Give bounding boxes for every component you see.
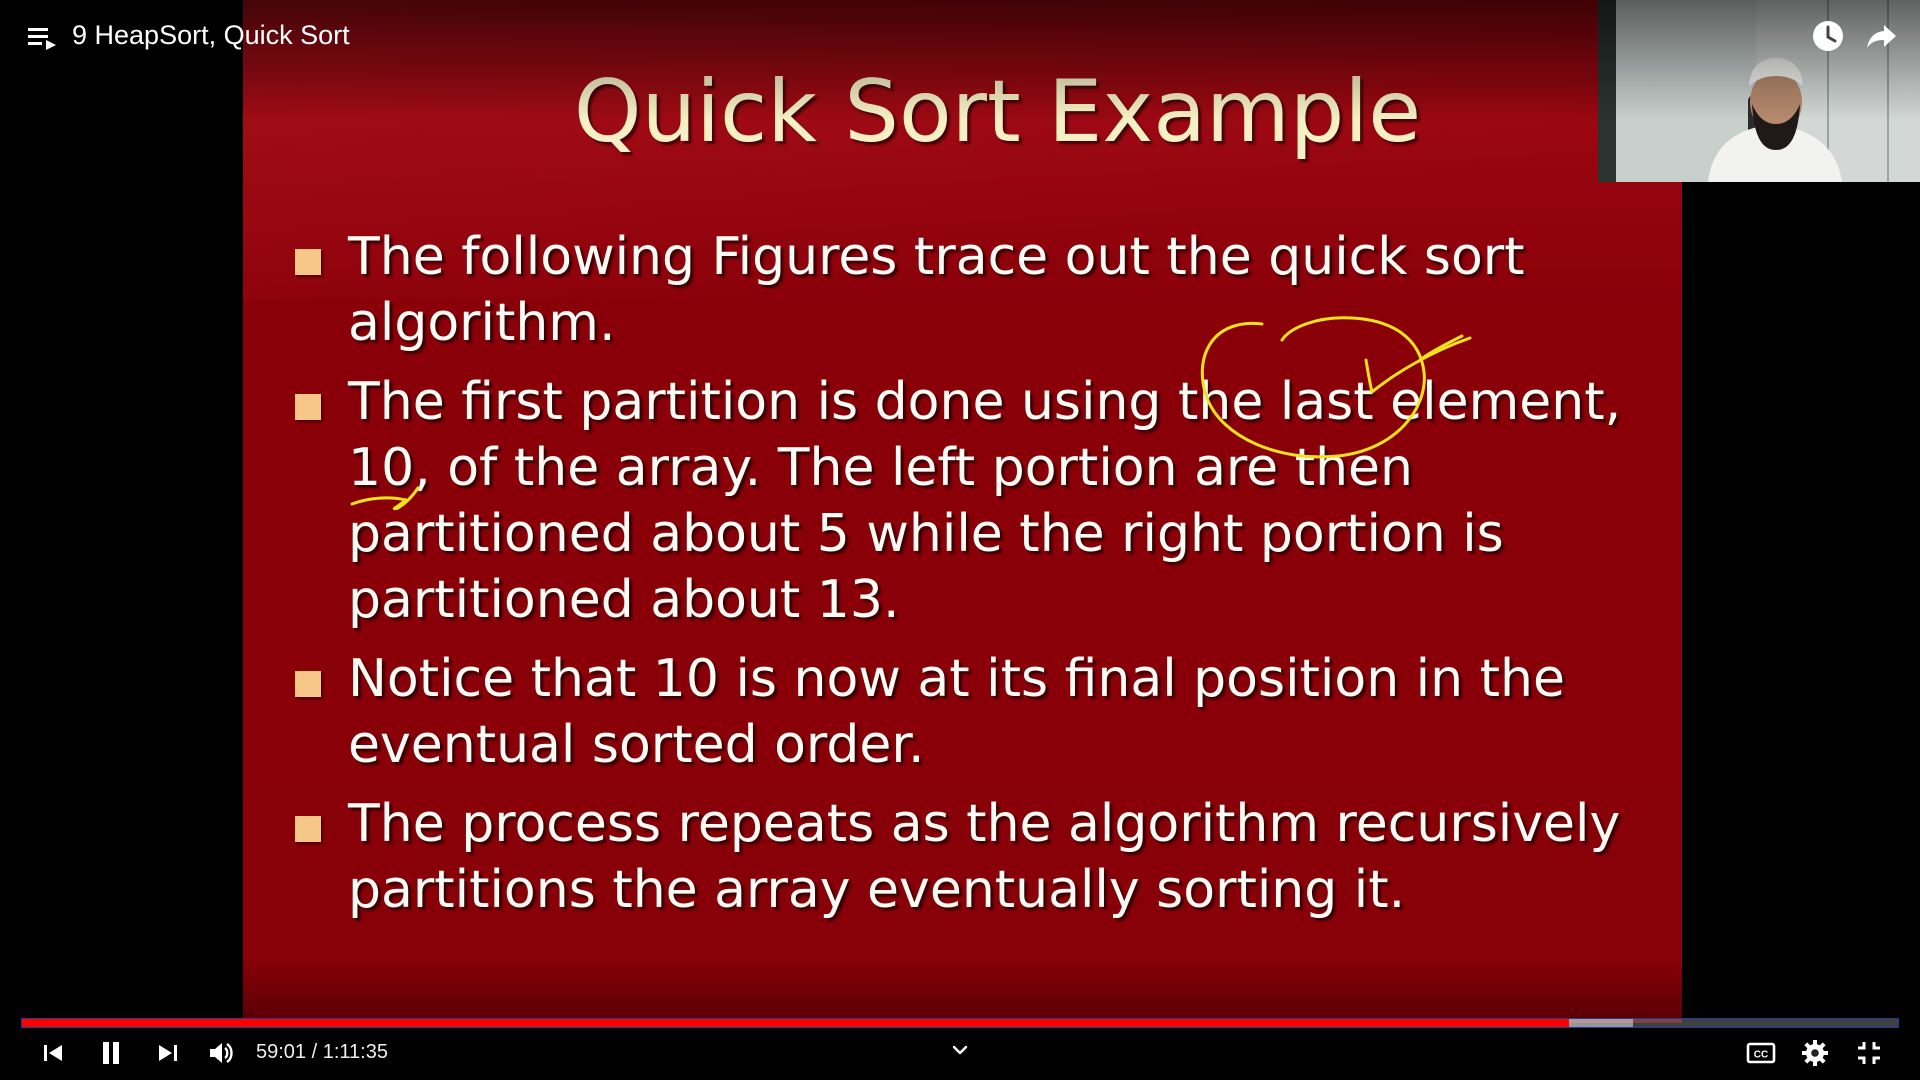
exit-fullscreen-button[interactable]	[1848, 1032, 1890, 1074]
slide-bullet-list: The following Figures trace out the quic…	[295, 224, 1635, 936]
current-time: 59:01	[256, 1041, 307, 1063]
slide-bullet: The following Figures trace out the quic…	[295, 224, 1635, 356]
watch-later-button[interactable]	[1808, 16, 1848, 56]
exit-fullscreen-icon	[1858, 1042, 1880, 1064]
volume-icon	[210, 1043, 233, 1063]
slide-bullet: The first partition is done using the la…	[295, 369, 1635, 633]
pause-icon	[103, 1042, 119, 1064]
clock-icon	[1813, 21, 1843, 51]
bullet-text: The process repeats as the algorithm rec…	[348, 794, 1621, 920]
bullet-square-icon	[295, 671, 321, 697]
presentation-slide: Quick Sort Example The following Figures…	[243, 0, 1682, 1023]
pause-button[interactable]	[90, 1032, 132, 1074]
captions-button[interactable]: CC	[1740, 1032, 1782, 1074]
previous-video-button[interactable]	[32, 1032, 74, 1074]
bullet-square-icon	[295, 816, 321, 842]
mute-button[interactable]	[200, 1032, 242, 1074]
closed-captions-icon: CC	[1746, 1042, 1776, 1064]
settings-button[interactable]	[1794, 1032, 1836, 1074]
bullet-square-icon	[295, 394, 321, 420]
slide-title: Quick Sort Example	[573, 62, 1422, 162]
progress-played	[22, 1019, 1569, 1027]
skip-next-icon	[159, 1045, 177, 1061]
time-separator: /	[306, 1041, 323, 1063]
slide-bullet: Notice that 10 is now at its final posit…	[295, 646, 1635, 778]
next-video-button[interactable]	[147, 1032, 189, 1074]
playlist-button[interactable]	[24, 20, 60, 56]
chevron-down-icon	[952, 1045, 968, 1055]
gear-icon	[1802, 1040, 1828, 1066]
expand-button[interactable]	[948, 1038, 972, 1062]
video-player[interactable]: Quick Sort Example The following Figures…	[0, 0, 1920, 1080]
video-title[interactable]: 9 HeapSort, Quick Sort	[72, 18, 350, 52]
bullet-text: The first partition is done using the la…	[348, 372, 1622, 630]
share-arrow-icon	[1867, 25, 1896, 48]
svg-text:CC: CC	[1754, 1050, 1768, 1061]
bullet-text: The following Figures trace out the quic…	[348, 227, 1525, 353]
progress-bar[interactable]	[22, 1019, 1898, 1027]
share-button[interactable]	[1862, 16, 1902, 56]
total-duration: 1:11:35	[322, 1041, 388, 1063]
bullet-text: Notice that 10 is now at its final posit…	[348, 649, 1565, 775]
slide-bullet: The process repeats as the algorithm rec…	[295, 791, 1635, 923]
playlist-icon	[28, 28, 56, 50]
skip-previous-icon	[44, 1045, 62, 1061]
bullet-square-icon	[295, 249, 321, 275]
time-display: 59:01 / 1:11:35	[256, 1040, 388, 1064]
